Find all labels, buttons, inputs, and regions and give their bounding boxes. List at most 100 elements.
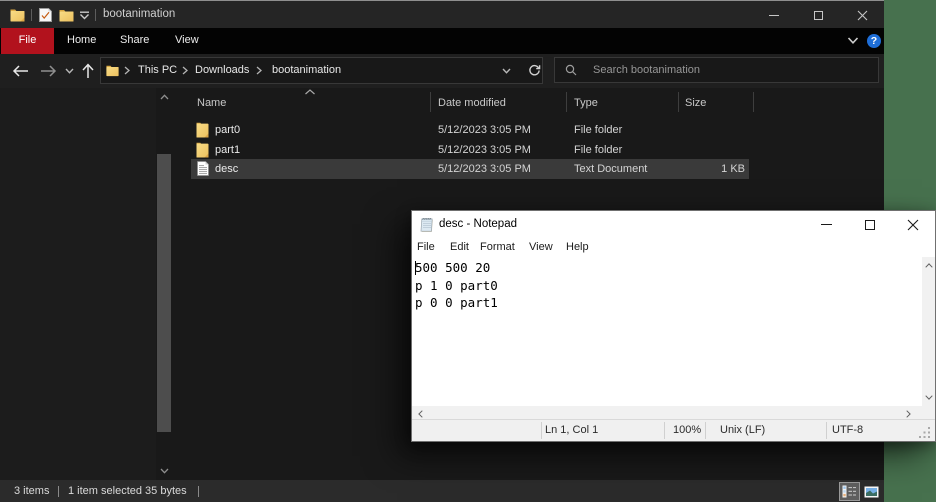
notepad-app-icon <box>420 218 433 232</box>
breadcrumb-this-pc[interactable]: This PC <box>138 58 177 83</box>
column-separator[interactable] <box>753 92 754 112</box>
close-icon <box>907 219 919 230</box>
thumbnails-view-button[interactable] <box>861 482 882 501</box>
notepad-text-content: 500 500 20 p 1 0 part0 p 0 0 part1 <box>415 260 498 310</box>
help-icon[interactable]: ? <box>867 34 881 48</box>
up-button[interactable] <box>76 59 100 83</box>
scroll-up-icon[interactable] <box>160 94 169 100</box>
scroll-right-icon[interactable] <box>906 410 911 418</box>
sidebar-scrollbar[interactable] <box>156 88 172 480</box>
notepad-horizontal-scrollbar[interactable] <box>412 406 935 419</box>
file-name: part0 <box>215 124 241 136</box>
thumbnails-view-icon <box>864 486 879 497</box>
folder-icon <box>196 142 209 158</box>
file-row-part1[interactable]: part1 5/12/2023 3:05 PM File folder <box>191 140 749 160</box>
scrollbar-thumb[interactable] <box>157 154 171 432</box>
scroll-up-icon[interactable] <box>925 263 933 268</box>
selection-info: 1 item selected 35 bytes <box>68 485 187 497</box>
text-caret <box>415 261 416 275</box>
status-separator <box>664 422 665 439</box>
status-separator <box>198 486 199 497</box>
explorer-maximize-button[interactable] <box>796 1 840 29</box>
explorer-close-button[interactable] <box>840 1 884 29</box>
explorer-system-folder-icon[interactable] <box>10 8 25 22</box>
notepad-menubar: File Edit Format View Help <box>412 238 935 257</box>
menu-format[interactable]: Format <box>480 238 515 257</box>
qat-properties-icon[interactable] <box>39 8 52 22</box>
explorer-minimize-button[interactable] <box>752 1 796 29</box>
items-count: 3 items <box>14 485 50 497</box>
refresh-icon[interactable] <box>528 64 541 77</box>
scroll-down-icon[interactable] <box>160 468 169 474</box>
details-view-button[interactable] <box>839 482 860 501</box>
qat-new-folder-icon[interactable] <box>59 9 74 22</box>
column-header-size[interactable]: Size <box>685 92 706 114</box>
menu-view[interactable]: View <box>529 238 553 257</box>
scroll-left-icon[interactable] <box>418 410 423 418</box>
back-arrow-icon <box>12 65 28 77</box>
search-placeholder: Search bootanimation <box>593 64 701 76</box>
status-separator <box>541 422 542 439</box>
file-row-part0[interactable]: part0 5/12/2023 3:05 PM File folder <box>191 120 749 140</box>
file-size: 1 KB <box>721 163 745 175</box>
notepad-window-title: desc - Notepad <box>439 218 517 230</box>
column-header-type[interactable]: Type <box>574 92 598 114</box>
qat-separator <box>31 9 32 21</box>
address-bar[interactable]: This PC Downloads bootanimation <box>100 57 543 84</box>
qat-separator <box>95 9 96 21</box>
notepad-close-button[interactable] <box>891 211 935 238</box>
status-separator <box>58 486 59 497</box>
breadcrumb-downloads[interactable]: Downloads <box>195 58 249 83</box>
qat-customize-dropdown-icon[interactable] <box>79 11 90 20</box>
forward-button[interactable] <box>36 59 60 83</box>
file-name: part1 <box>215 144 241 156</box>
column-separator[interactable] <box>566 92 567 112</box>
notepad-titlebar: desc - Notepad <box>412 211 935 238</box>
address-dropdown-chevron-icon[interactable] <box>502 68 511 74</box>
scroll-down-icon[interactable] <box>925 395 933 400</box>
details-view-icon <box>842 485 856 498</box>
resize-grip-icon[interactable] <box>919 427 931 439</box>
back-button[interactable] <box>8 59 32 83</box>
zoom-level: 100% <box>673 424 702 436</box>
address-folder-icon <box>106 65 119 77</box>
text-file-icon <box>197 161 209 176</box>
menu-edit[interactable]: Edit <box>450 238 469 257</box>
notepad-window: desc - Notepad File Edit Format View Hel… <box>411 210 936 442</box>
recent-locations-button[interactable] <box>61 62 77 80</box>
column-header-date[interactable]: Date modified <box>438 92 506 114</box>
navigation-pane <box>0 88 156 480</box>
line-ending: Unix (LF) <box>720 424 766 436</box>
tab-share[interactable]: Share <box>120 28 149 54</box>
file-row-desc[interactable]: desc 5/12/2023 3:05 PM Text Document 1 K… <box>191 159 749 179</box>
collapse-ribbon-chevron-icon[interactable] <box>847 37 859 45</box>
notepad-maximize-button[interactable] <box>848 211 892 238</box>
file-date: 5/12/2023 3:05 PM <box>438 124 531 136</box>
column-header-name[interactable]: Name <box>197 92 226 114</box>
tab-file[interactable]: File <box>1 28 54 54</box>
column-separator[interactable] <box>678 92 679 112</box>
notepad-minimize-button[interactable] <box>804 211 848 238</box>
tab-view[interactable]: View <box>175 28 199 54</box>
cursor-position: Ln 1, Col 1 <box>545 424 599 436</box>
status-separator <box>826 422 827 439</box>
forward-arrow-icon <box>40 65 56 77</box>
explorer-address-row: This PC Downloads bootanimation Search b… <box>0 54 884 88</box>
explorer-window-title: bootanimation <box>103 8 176 20</box>
breadcrumb-bootanimation[interactable]: bootanimation <box>272 58 341 83</box>
breadcrumb-chevron-icon <box>124 66 130 75</box>
search-icon <box>565 64 577 76</box>
menu-help[interactable]: Help <box>566 238 589 257</box>
close-icon <box>857 10 867 20</box>
sort-ascending-icon <box>305 89 315 95</box>
encoding: UTF-8 <box>832 424 864 436</box>
file-date: 5/12/2023 3:05 PM <box>438 144 531 156</box>
file-name: desc <box>215 163 239 175</box>
column-separator[interactable] <box>430 92 431 112</box>
search-box[interactable]: Search bootanimation <box>554 57 879 83</box>
breadcrumb-chevron-icon <box>182 66 188 75</box>
tab-home[interactable]: Home <box>67 28 96 54</box>
notepad-text-area[interactable]: 500 500 20 p 1 0 part0 p 0 0 part1 <box>412 257 922 406</box>
menu-file[interactable]: File <box>417 238 435 257</box>
notepad-vertical-scrollbar[interactable] <box>922 257 935 406</box>
